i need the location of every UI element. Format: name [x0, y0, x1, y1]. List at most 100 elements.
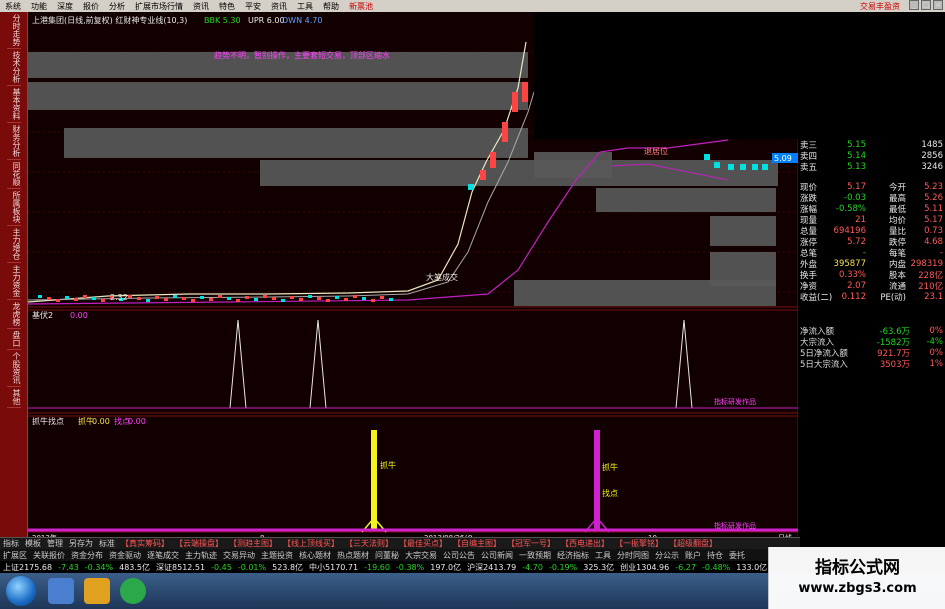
ext-tab-21[interactable]: 委托 [726, 550, 748, 561]
small-candle [128, 295, 132, 298]
ext-tab-12[interactable]: 公司公告 [440, 550, 478, 561]
ext-tab-11[interactable]: 大宗交易 [402, 550, 440, 561]
left-tab-4[interactable]: 同花顺 [7, 160, 21, 189]
indicator-tab-9[interactable]: 【三天法则】 [342, 538, 396, 549]
indicator-tab-6[interactable]: 【云端操盘】 [172, 538, 226, 549]
ext-tab-3[interactable]: 资金驱动 [106, 550, 144, 561]
left-tab-6[interactable]: 主力增仓 [7, 226, 21, 263]
browser-icon[interactable] [120, 578, 146, 604]
left-tab-0[interactable]: 分时走势 [7, 12, 21, 49]
ext-tab-13[interactable]: 公司新闻 [478, 550, 516, 561]
indicator-tabs: 指标 模板 管理 另存为 标准 【真实筹码】 【云端操盘】 【测趋主图】 【线上顶线买】 【三天法… [0, 537, 800, 549]
ext-tab-20[interactable]: 持仓 [704, 550, 726, 561]
indicator-tab-7[interactable]: 【测趋主图】 [226, 538, 280, 549]
left-tab-3[interactable]: 财务分析 [7, 123, 21, 160]
ext-tab-16[interactable]: 工具 [592, 550, 614, 561]
left-tab-8[interactable]: 龙虎榜 [7, 300, 21, 329]
start-button[interactable] [6, 576, 36, 606]
indicator-tab-10[interactable]: 【最佳买点】 [396, 538, 450, 549]
flow-pct: 1% [929, 358, 944, 369]
small-candle [92, 297, 96, 300]
ext-tab-19[interactable]: 账户 [682, 550, 704, 561]
ext-tab-17[interactable]: 分时同图 [614, 550, 652, 561]
small-candle [164, 298, 168, 301]
maximize-icon[interactable]: □ [921, 0, 931, 10]
menu-item-1[interactable]: 功能 [26, 1, 52, 12]
close-icon[interactable]: × [933, 0, 943, 10]
candle-4 [512, 92, 518, 112]
ext-tab-9[interactable]: 热点题材 [334, 550, 372, 561]
left-tab-11[interactable]: 其他 [7, 387, 21, 408]
indicator-tab-4[interactable]: 标准 [96, 538, 118, 549]
indicator-tab-5[interactable]: 【真实筹码】 [118, 538, 172, 549]
menu-item-7[interactable]: 特色 [214, 1, 240, 12]
indicator-tab-2[interactable]: 管理 [44, 538, 66, 549]
left-tab-2[interactable]: 基本资料 [7, 86, 21, 123]
indicator-tab-15[interactable]: 【超级翻盘】 [666, 538, 720, 549]
indicator-tab-13[interactable]: 【西电递出】 [558, 538, 612, 549]
index-item: 沪深2413.79 [467, 562, 517, 572]
small-candle [56, 299, 60, 302]
ext-tab-4[interactable]: 逐笔成交 [144, 550, 182, 561]
small-candle [371, 299, 375, 302]
order-book-row: 卖三 5.15 1485 [800, 139, 945, 151]
menu-item-6[interactable]: 资讯 [188, 1, 214, 12]
small-candle [200, 296, 204, 299]
folder-icon[interactable] [84, 578, 110, 604]
indicator-tab-11[interactable]: 【自编主图】 [450, 538, 504, 549]
indicator-tab-14[interactable]: 【一振擎铭】 [612, 538, 666, 549]
small-candle [353, 295, 357, 298]
ext-tab-1[interactable]: 关联报价 [30, 550, 68, 561]
indicator-tab-8[interactable]: 【线上顶线买】 [280, 538, 342, 549]
ext-tab-10[interactable]: 问董秘 [372, 550, 402, 561]
ext-tab-8[interactable]: 核心题材 [296, 550, 334, 561]
left-tab-5[interactable]: 所属板块 [7, 189, 21, 226]
ext-tab-18[interactable]: 分公示 [652, 550, 682, 561]
indicator-tab-1[interactable]: 模板 [22, 538, 44, 549]
menu-item-8[interactable]: 平安 [240, 1, 266, 12]
ext-tab-6[interactable]: 交易异动 [220, 550, 258, 561]
sub2-mark-2a: 抓牛 [602, 462, 618, 472]
quote-value-1: - [862, 247, 866, 258]
left-tab-7[interactable]: 主力资金 [7, 263, 21, 300]
ext-tab-0[interactable]: 扩展区 [0, 550, 30, 561]
menu-item-12[interactable]: 新票池 [344, 1, 378, 12]
menu-item-5[interactable]: 扩展市场行情 [130, 1, 188, 12]
extended-tabs: 扩展区 关联报价 资金分布 资金驱动 逐笔成交 主力轨迹 交易异动 主题投资 核心题材 热点题材问… [0, 549, 800, 561]
index-item: -6.27 [675, 562, 696, 572]
small-candle [236, 299, 240, 302]
quote-row: 现价 5.17 今开 5.23 [800, 181, 945, 193]
menu-item-2[interactable]: 深度 [52, 1, 78, 12]
menu-right-label[interactable]: 交易丰盈资 [855, 1, 905, 12]
menu-item-0[interactable]: 系统 [0, 1, 26, 12]
low-price-label: 2.32 [110, 293, 128, 302]
menu-item-4[interactable]: 分析 [104, 1, 130, 12]
indicator-tab-0[interactable]: 指标 [0, 538, 22, 549]
indicator-tab-12[interactable]: 【冠军一号】 [504, 538, 558, 549]
small-candle [272, 297, 276, 300]
small-candle [74, 298, 78, 301]
minimize-icon[interactable]: _ [909, 0, 919, 10]
indicator-tab-3[interactable]: 另存为 [66, 538, 96, 549]
quote-value-1: 2.07 [847, 280, 866, 291]
menu-item-11[interactable]: 帮助 [318, 1, 344, 12]
ext-tab-5[interactable]: 主力轨迹 [182, 550, 220, 561]
menu-item-3[interactable]: 报价 [78, 1, 104, 12]
explorer-icon[interactable] [48, 578, 74, 604]
small-candle [290, 296, 294, 299]
menu-item-9[interactable]: 资讯 [266, 1, 292, 12]
index-item: -0.19% [548, 562, 578, 572]
ext-tab-15[interactable]: 经济指标 [554, 550, 592, 561]
left-tab-1[interactable]: 技术分析 [7, 49, 21, 86]
left-tab-9[interactable]: 盘口 [7, 329, 21, 350]
left-tab-10[interactable]: 个股资讯 [7, 350, 21, 387]
ext-tab-7[interactable]: 主题投资 [258, 550, 296, 561]
header-val-0: BBK 5.30 [204, 16, 241, 25]
order-price: 5.13 [847, 161, 866, 172]
order-price: 5.15 [847, 139, 866, 150]
quote-row: 涨跌 -0.03 最高 5.26 [800, 192, 945, 204]
ext-tab-14[interactable]: 一致预期 [516, 550, 554, 561]
ext-tab-2[interactable]: 资金分布 [68, 550, 106, 561]
index-item: -0.45 [211, 562, 232, 572]
menu-item-10[interactable]: 工具 [292, 1, 318, 12]
